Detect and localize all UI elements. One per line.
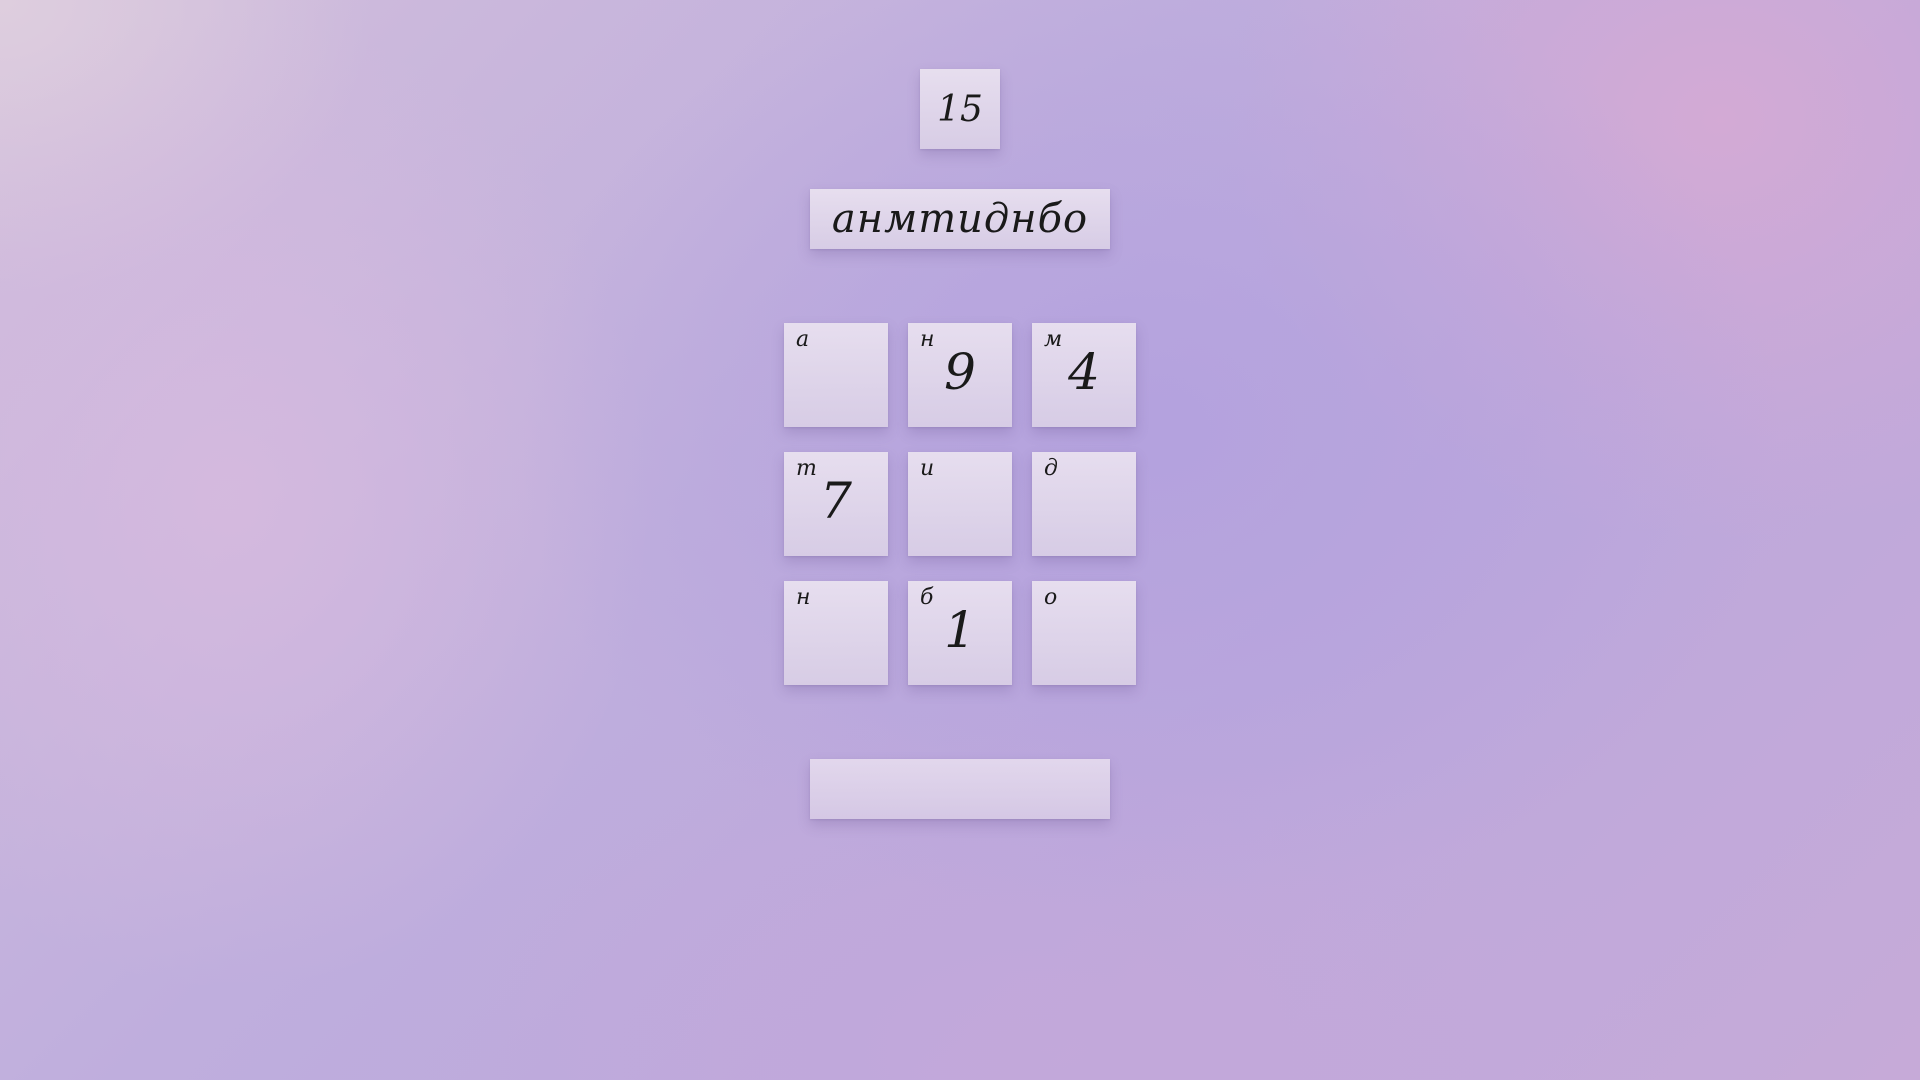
counter-tile: 15	[920, 69, 1000, 149]
cell-letter: о	[1044, 585, 1058, 610]
answer-field[interactable]	[810, 759, 1110, 819]
cell-number: 7	[820, 472, 852, 530]
cell-number: 1	[944, 601, 976, 659]
grid-cell[interactable]: а	[784, 323, 888, 427]
grid-cell[interactable]: н	[784, 581, 888, 685]
cell-number: 9	[944, 343, 976, 401]
grid-cell[interactable]: о	[1032, 581, 1136, 685]
letter-grid: а н 9 м 4 т 7 и д н б 1 о	[784, 323, 1136, 685]
grid-cell[interactable]: м 4	[1032, 323, 1136, 427]
word-display: анмтиднбо	[810, 189, 1110, 249]
cell-letter: а	[796, 327, 810, 352]
grid-cell[interactable]: т 7	[784, 452, 888, 556]
grid-cell[interactable]: б 1	[908, 581, 1012, 685]
grid-cell[interactable]: д	[1032, 452, 1136, 556]
counter-value: 15	[937, 88, 983, 130]
word-text: анмтиднбо	[831, 196, 1089, 242]
cell-number: 4	[1068, 343, 1100, 401]
cell-letter: д	[1044, 456, 1058, 481]
cell-letter: н	[796, 585, 811, 610]
cell-letter: и	[920, 456, 935, 481]
grid-cell[interactable]: н 9	[908, 323, 1012, 427]
grid-cell[interactable]: и	[908, 452, 1012, 556]
